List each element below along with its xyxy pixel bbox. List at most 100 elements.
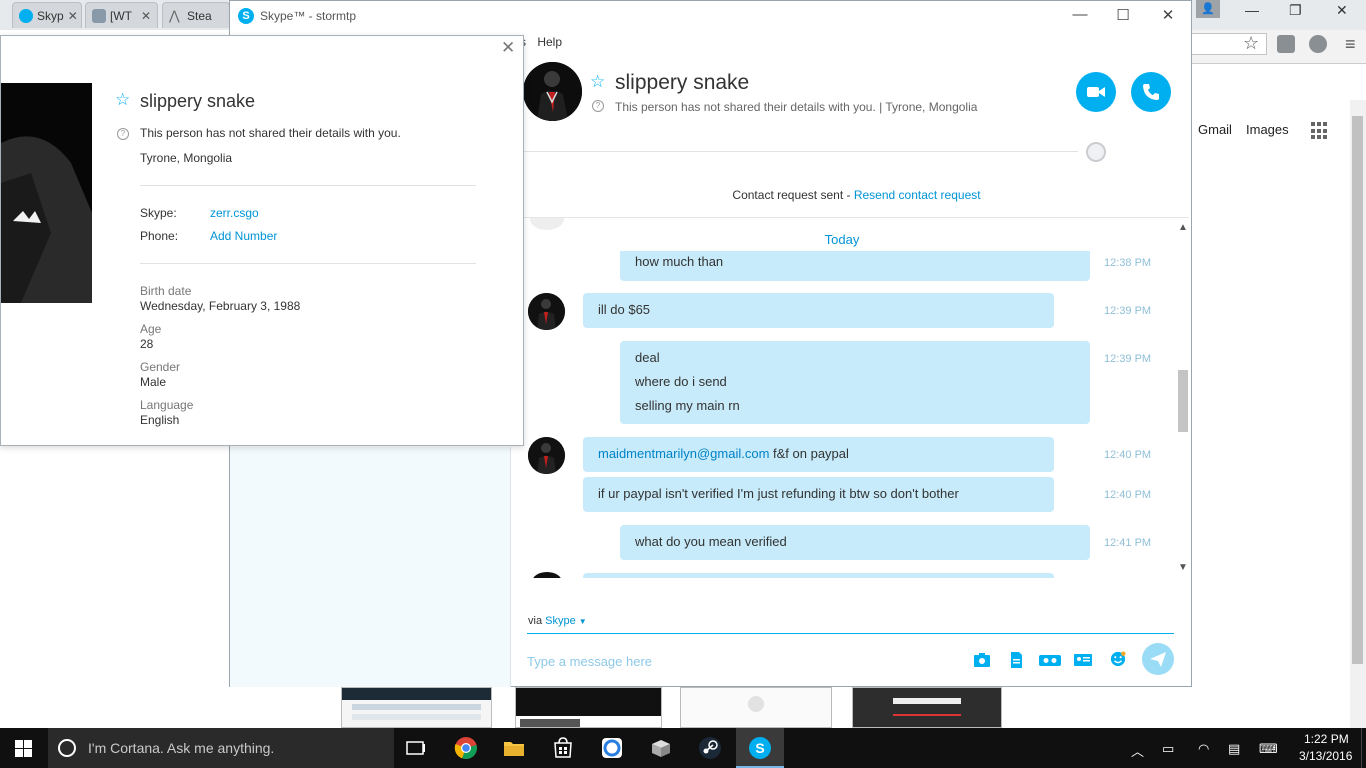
message-text: where do i send	[635, 374, 727, 389]
message-timestamp: 12:40 PM	[1104, 449, 1152, 461]
skype-title-bar: S Skype™ - stormtp — ☐ ✕	[230, 1, 1191, 31]
chevron-down-icon: ▼	[578, 617, 587, 626]
phone-label: Phone:	[140, 229, 179, 243]
minimize-icon[interactable]: —	[1065, 6, 1095, 23]
message-text: f&f on paypal	[769, 446, 849, 461]
contact-avatar[interactable]	[528, 437, 565, 474]
app-icon-cube[interactable]	[649, 736, 673, 760]
start-button[interactable]	[15, 740, 32, 757]
via-selector[interactable]: via Skype ▼	[528, 615, 587, 627]
chevron-up-icon[interactable]: ︿	[1131, 741, 1144, 760]
message-scrollbar[interactable]: ▲ ▼	[1175, 220, 1191, 577]
message-input[interactable]	[527, 649, 947, 673]
resend-contact-request-link[interactable]: Resend contact request	[854, 188, 981, 202]
maximize-icon[interactable]: ☐	[1108, 6, 1138, 24]
chevron-down-icon[interactable]: ▼	[1178, 562, 1188, 573]
via-skype-link[interactable]: Skype	[545, 615, 576, 627]
browser-tab-steam[interactable]: ⋀ Stea	[162, 2, 230, 28]
window-title: Skype™ - stormtp	[260, 9, 357, 23]
extension-icon[interactable]	[1277, 35, 1295, 53]
language-value: English	[140, 413, 180, 427]
message-bubble-incoming[interactable]	[583, 573, 1054, 578]
file-explorer-icon[interactable]	[502, 736, 526, 760]
restore-icon[interactable]: ❐	[1289, 2, 1302, 19]
conversation-title: slippery snake	[615, 71, 750, 94]
close-icon[interactable]: ✕	[501, 38, 515, 58]
favorite-star-icon[interactable]: ☆	[590, 72, 605, 92]
close-icon[interactable]: ✕	[68, 9, 78, 23]
most-visited-thumbnail[interactable]	[680, 687, 832, 728]
contact-avatar[interactable]	[528, 293, 565, 330]
video-message-icon[interactable]	[1039, 652, 1061, 668]
browser-tab-skype[interactable]: Skyp ✕	[12, 2, 82, 28]
task-view-icon[interactable]	[404, 736, 428, 760]
contact-profile-photo	[1, 83, 92, 303]
contact-avatar[interactable]	[523, 62, 582, 121]
message-timestamp: 12:39 PM	[1104, 353, 1152, 365]
clock-time[interactable]: 1:22 PM	[1304, 732, 1349, 746]
add-number-link[interactable]: Add Number	[210, 229, 277, 243]
chrome-icon[interactable]	[454, 736, 478, 760]
most-visited-thumbnail[interactable]	[515, 687, 662, 728]
message-bubble-outgoing[interactable]: deal where do i send selling my main rn	[620, 341, 1090, 424]
battery-icon[interactable]: ▭	[1162, 741, 1174, 757]
video-camera-icon	[1087, 87, 1105, 97]
clock-date[interactable]: 3/13/2016	[1299, 749, 1352, 763]
skype-logo-icon: S	[238, 8, 254, 24]
email-link[interactable]: maidmentmarilyn@gmail.com	[598, 446, 769, 461]
message-bubble-incoming[interactable]: maidmentmarilyn@gmail.com f&f on paypal	[583, 437, 1054, 472]
date-separator: Today	[824, 232, 860, 247]
avatar	[530, 218, 564, 230]
most-visited-thumbnail[interactable]	[852, 687, 1002, 728]
scrollbar-thumb[interactable]	[1178, 370, 1188, 432]
minimize-icon[interactable]: —	[1245, 2, 1259, 18]
message-bubble-outgoing[interactable]: how much than	[620, 251, 1090, 281]
close-icon[interactable]: ✕	[141, 9, 151, 23]
send-file-icon[interactable]	[1007, 652, 1025, 668]
steam-icon: ⋀	[169, 7, 180, 23]
most-visited-thumbnail[interactable]	[341, 687, 492, 728]
wifi-icon[interactable]: ◠	[1198, 741, 1209, 757]
send-image-icon[interactable]	[973, 652, 991, 668]
close-icon[interactable]: ✕	[1336, 2, 1348, 19]
show-desktop-button[interactable]	[1361, 728, 1366, 768]
video-call-button[interactable]	[1076, 72, 1116, 112]
profile-icon[interactable]: 👤	[1196, 0, 1220, 18]
chrome-menu-icon[interactable]: ≡	[1345, 34, 1356, 55]
page-scrollbar-thumb[interactable]	[1352, 116, 1363, 664]
close-icon[interactable]: ✕	[1153, 6, 1183, 24]
menu-item-help[interactable]: Help	[537, 35, 562, 49]
store-icon[interactable]	[551, 736, 575, 760]
emoticon-icon[interactable]	[1109, 651, 1127, 667]
images-link[interactable]: Images	[1246, 122, 1289, 137]
app-icon-blue[interactable]	[600, 736, 624, 760]
keyboard-icon[interactable]: ⌨	[1259, 741, 1278, 757]
skype-name-value[interactable]: zerr.csgo	[210, 206, 259, 220]
message-bubble-outgoing[interactable]: what do you mean verified	[620, 525, 1090, 560]
gender-label: Gender	[140, 360, 181, 374]
notification-icon[interactable]: ▤	[1228, 741, 1240, 757]
chevron-up-icon[interactable]: ▲	[1178, 222, 1188, 233]
favorite-star-icon[interactable]: ☆	[115, 90, 130, 110]
contact-request-text: Contact request sent -	[732, 188, 854, 202]
menu-bar: s Help	[520, 35, 570, 49]
skype-extension-icon[interactable]	[1309, 35, 1327, 53]
browser-tab-wt[interactable]: [WT ✕	[85, 2, 158, 28]
message-list[interactable]: Today how much than 12:38 PM ill do $65 …	[524, 218, 1176, 578]
cortana-search-box[interactable]: I'm Cortana. Ask me anything.	[48, 728, 394, 768]
gender-value: Male	[140, 375, 167, 389]
birth-date-value: Wednesday, February 3, 1988	[140, 299, 301, 313]
audio-call-button[interactable]	[1131, 72, 1171, 112]
message-text: deal	[635, 350, 660, 365]
message-bubble-incoming[interactable]: ill do $65	[583, 293, 1054, 328]
gmail-link[interactable]: Gmail	[1198, 122, 1232, 137]
send-button[interactable]	[1142, 643, 1174, 675]
participants-icon[interactable]	[1086, 142, 1106, 162]
send-contact-icon[interactable]	[1074, 652, 1092, 668]
message-bubble-incoming[interactable]: if ur paypal isn't verified I'm just ref…	[583, 477, 1054, 512]
bookmark-star-icon[interactable]: ☆	[1243, 33, 1259, 54]
message-text: how much than	[635, 254, 724, 269]
steam-icon[interactable]	[698, 736, 722, 760]
apps-grid-icon[interactable]	[1311, 122, 1329, 140]
profile-location: Tyrone, Mongolia	[140, 151, 233, 165]
